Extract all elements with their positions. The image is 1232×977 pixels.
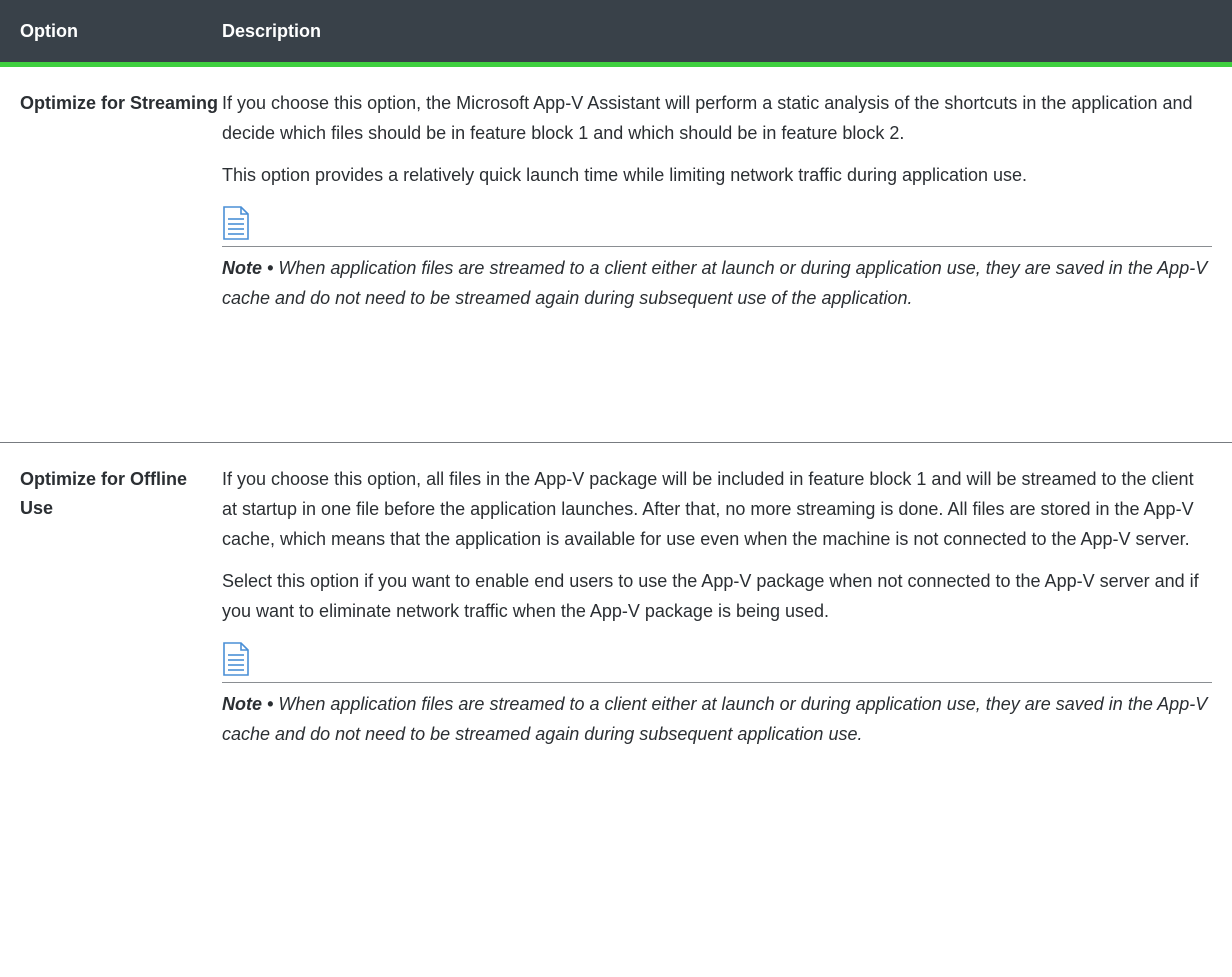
header-option: Option [20, 20, 78, 41]
note-label: Note • [222, 258, 274, 278]
note-box: Note • When application files are stream… [222, 246, 1212, 313]
table-header: Option Description [0, 0, 1232, 67]
option-name: Optimize for Streaming [20, 93, 219, 113]
options-table: Option Description Optimize for Streamin… [0, 0, 1232, 749]
note-text: When application files are streamed to a… [222, 258, 1208, 308]
option-description: If you choose this option, the Microsoft… [222, 88, 1212, 442]
description-paragraph: If you choose this option, the Microsoft… [222, 93, 1193, 143]
note-box: Note • When application files are stream… [222, 682, 1212, 749]
description-paragraph: If you choose this option, all files in … [222, 469, 1194, 549]
description-paragraph: Select this option if you want to enable… [222, 571, 1199, 621]
note-label: Note • [222, 694, 274, 714]
note-text: When application files are streamed to a… [222, 694, 1208, 744]
description-paragraph: This option provides a relatively quick … [222, 165, 1028, 185]
option-description: If you choose this option, all files in … [222, 464, 1212, 749]
option-name: Optimize for Offline Use [20, 469, 188, 518]
header-description: Description [222, 20, 322, 41]
document-note-icon [222, 206, 250, 240]
table-row: Optimize for Offline Use If you choose t… [0, 443, 1232, 749]
table-row: Optimize for Streaming If you choose thi… [0, 67, 1232, 443]
document-note-icon [222, 642, 250, 676]
